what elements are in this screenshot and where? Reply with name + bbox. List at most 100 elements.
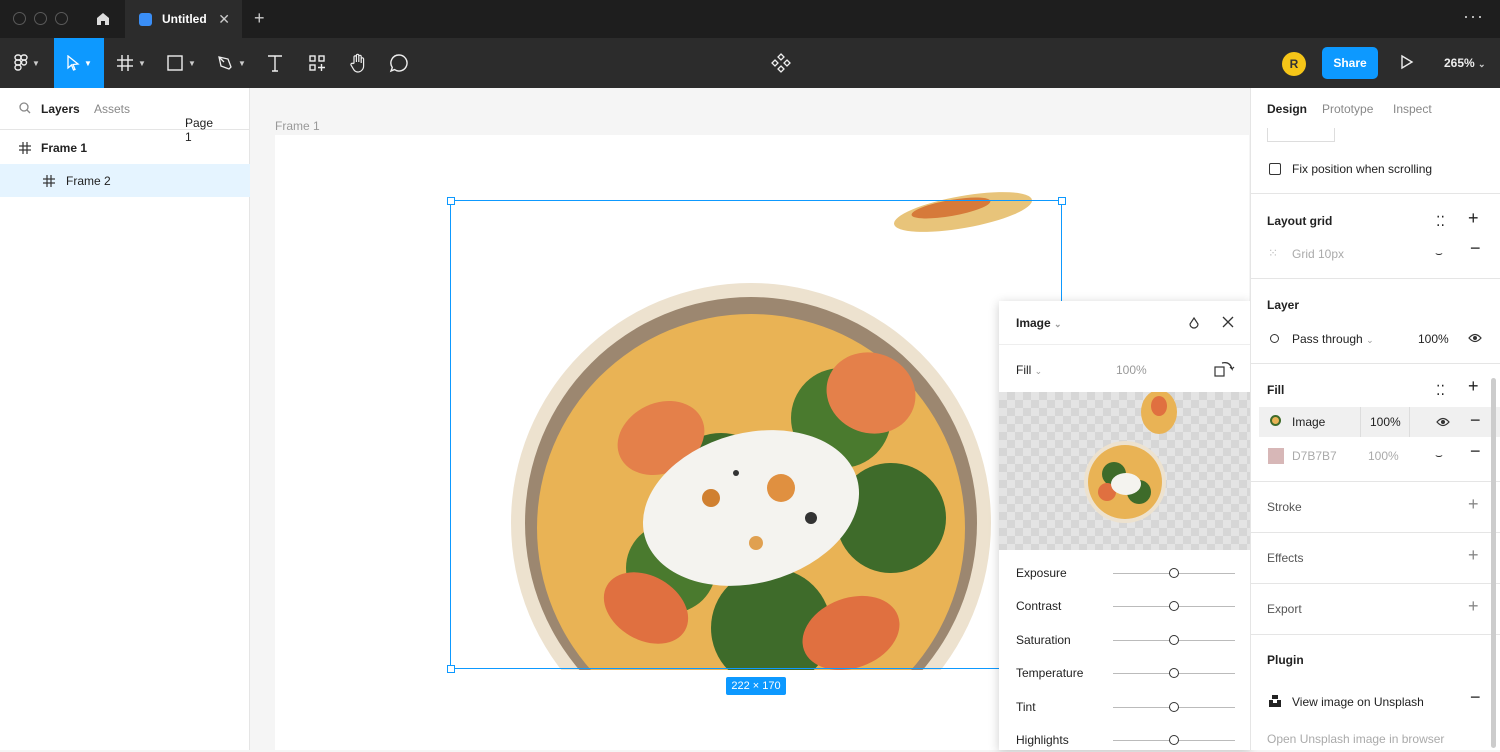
add-icon[interactable]: + — [1468, 545, 1479, 566]
remove-icon[interactable]: − — [1470, 410, 1481, 431]
add-icon[interactable]: + — [1468, 208, 1479, 229]
hidden-eye-icon[interactable]: ⌣ — [1435, 246, 1443, 261]
section-title: Plugin — [1267, 653, 1304, 667]
frame-hash-icon — [117, 55, 134, 71]
chevron-down-icon: ⌄ — [1478, 59, 1486, 69]
eye-icon[interactable] — [1468, 333, 1482, 343]
layer-row-frame-1[interactable]: Frame 1 — [0, 131, 250, 164]
window-minimize-dot[interactable] — [34, 12, 47, 25]
constraint-field[interactable] — [1267, 128, 1335, 142]
chevron-down-icon: ▼ — [238, 58, 246, 68]
layer-row-frame-2[interactable]: Frame 2 — [0, 164, 250, 197]
adjustment-slider-knob[interactable] — [1169, 735, 1179, 745]
hidden-eye-icon[interactable]: ⌣ — [1435, 448, 1443, 463]
tab-inspect[interactable]: Inspect — [1393, 102, 1432, 116]
chevron-down-icon: ▼ — [138, 58, 146, 68]
move-tool-button[interactable]: ▼ — [54, 38, 104, 88]
new-tab-icon[interactable]: + — [254, 8, 265, 29]
image-preview[interactable] — [999, 390, 1250, 550]
section-title: Layer — [1267, 298, 1300, 312]
fix-position-checkbox[interactable] — [1269, 163, 1281, 175]
zoom-level: 265% — [1444, 56, 1475, 70]
adjustment-label: Tint — [1016, 699, 1036, 714]
tab-design[interactable]: Design — [1267, 102, 1307, 116]
adjustment-slider-knob[interactable] — [1169, 701, 1179, 712]
window-close-dot[interactable] — [13, 12, 26, 25]
open-unsplash-link[interactable]: Open Unsplash image in browser — [1267, 732, 1444, 746]
grid-item-label[interactable]: Grid 10px — [1292, 247, 1344, 261]
selection-box-frame-2[interactable] — [450, 200, 1062, 669]
adjustment-label: Contrast — [1016, 599, 1062, 614]
adjustment-label: Temperature — [1016, 666, 1084, 681]
hand-icon — [350, 53, 365, 73]
fill-opacity[interactable]: 100% — [1116, 363, 1147, 377]
main-menu-button[interactable]: ▼ — [4, 38, 50, 88]
fill-row-image[interactable]: Image 100% − — [1259, 407, 1500, 437]
search-icon[interactable] — [19, 102, 31, 114]
remove-icon[interactable]: − — [1470, 687, 1481, 708]
create-component-button[interactable] — [764, 38, 798, 88]
zoom-menu[interactable]: 265% ⌄ — [1444, 56, 1486, 70]
blend-mode-dropdown[interactable]: Pass through ⌄ — [1292, 332, 1374, 346]
present-button[interactable] — [1400, 54, 1414, 73]
text-tool-button[interactable] — [258, 38, 292, 88]
resources-tool-button[interactable] — [300, 38, 334, 88]
adjustment-slider-knob[interactable] — [1169, 668, 1179, 679]
play-icon — [1401, 54, 1414, 70]
fill-opacity[interactable]: 100% — [1368, 449, 1399, 463]
tab-layers[interactable]: Layers — [41, 102, 80, 116]
adjustment-slider-knob[interactable] — [1169, 601, 1179, 612]
frame-tool-button[interactable]: ▼ — [108, 38, 154, 88]
grid-icon[interactable]: ⁙ — [1268, 246, 1278, 260]
fill-opacity[interactable]: 100% — [1360, 407, 1410, 437]
color-swatch[interactable] — [1268, 448, 1284, 464]
remove-icon[interactable]: − — [1470, 238, 1481, 259]
image-type-dropdown[interactable]: Image ⌄ — [1016, 316, 1062, 330]
eye-icon[interactable] — [1436, 417, 1450, 427]
resize-handle-top-left[interactable] — [447, 197, 455, 205]
fill-styles-icon[interactable]: ⁚⁚ — [1436, 382, 1445, 399]
text-icon — [268, 55, 282, 72]
shape-tool-button[interactable]: ▼ — [158, 38, 204, 88]
tab-untitled[interactable]: Untitled ✕ — [125, 0, 242, 38]
user-avatar[interactable]: R — [1282, 52, 1306, 76]
pen-icon — [218, 56, 232, 70]
add-icon[interactable]: + — [1468, 596, 1479, 617]
tab-prototype[interactable]: Prototype — [1322, 102, 1373, 116]
tab-assets[interactable]: Assets — [94, 102, 130, 116]
droplet-icon[interactable] — [1189, 317, 1199, 329]
popover-title: Image — [1016, 316, 1051, 330]
layer-opacity[interactable]: 100% — [1418, 332, 1449, 346]
rotate-icon[interactable] — [1214, 360, 1236, 378]
fill-mode-dropdown[interactable]: Fill ⌄ — [1016, 363, 1042, 377]
close-tab-icon[interactable]: ✕ — [218, 11, 230, 28]
grid-styles-icon[interactable]: ⁚⁚ — [1436, 213, 1445, 230]
hand-tool-button[interactable] — [340, 38, 376, 88]
toolbar: ▼ ▼ ▼ ▼ ▼ — [0, 38, 1500, 88]
remove-icon[interactable]: − — [1470, 441, 1481, 462]
frame-hash-icon — [19, 141, 31, 154]
panel-scrollbar[interactable] — [1491, 378, 1496, 748]
plugin-item[interactable]: View image on Unsplash — [1292, 695, 1424, 709]
adjustment-slider-knob[interactable] — [1169, 568, 1179, 578]
resize-handle-top-right[interactable] — [1058, 197, 1066, 205]
pen-tool-button[interactable]: ▼ — [208, 38, 254, 88]
blend-mode: Pass through — [1292, 332, 1363, 346]
layers-panel: Layers Assets Page 1 ⌄ Frame 1 Frame 2 — [0, 88, 250, 750]
share-button[interactable]: Share — [1322, 47, 1378, 79]
resize-handle-bottom-left[interactable] — [447, 665, 455, 673]
adjustment-row-temperature: Temperature — [999, 661, 1250, 685]
window-zoom-dot[interactable] — [55, 12, 68, 25]
comment-tool-button[interactable] — [382, 38, 416, 88]
adjustment-row-highlights: Highlights — [999, 728, 1250, 752]
add-icon[interactable]: + — [1468, 376, 1479, 397]
home-button[interactable] — [82, 0, 124, 38]
section-title: Stroke — [1267, 500, 1302, 514]
fill-hex[interactable]: D7B7B7 — [1292, 449, 1337, 463]
add-icon[interactable]: + — [1468, 494, 1479, 515]
close-icon[interactable] — [1222, 316, 1234, 328]
section-title: Effects — [1267, 551, 1304, 565]
image-fill-popover: Image ⌄ Fill ⌄ 100% Exposure Contrast Satu… — [999, 301, 1250, 750]
more-options-icon[interactable]: ··· — [1463, 6, 1484, 27]
adjustment-slider-knob[interactable] — [1169, 634, 1179, 645]
